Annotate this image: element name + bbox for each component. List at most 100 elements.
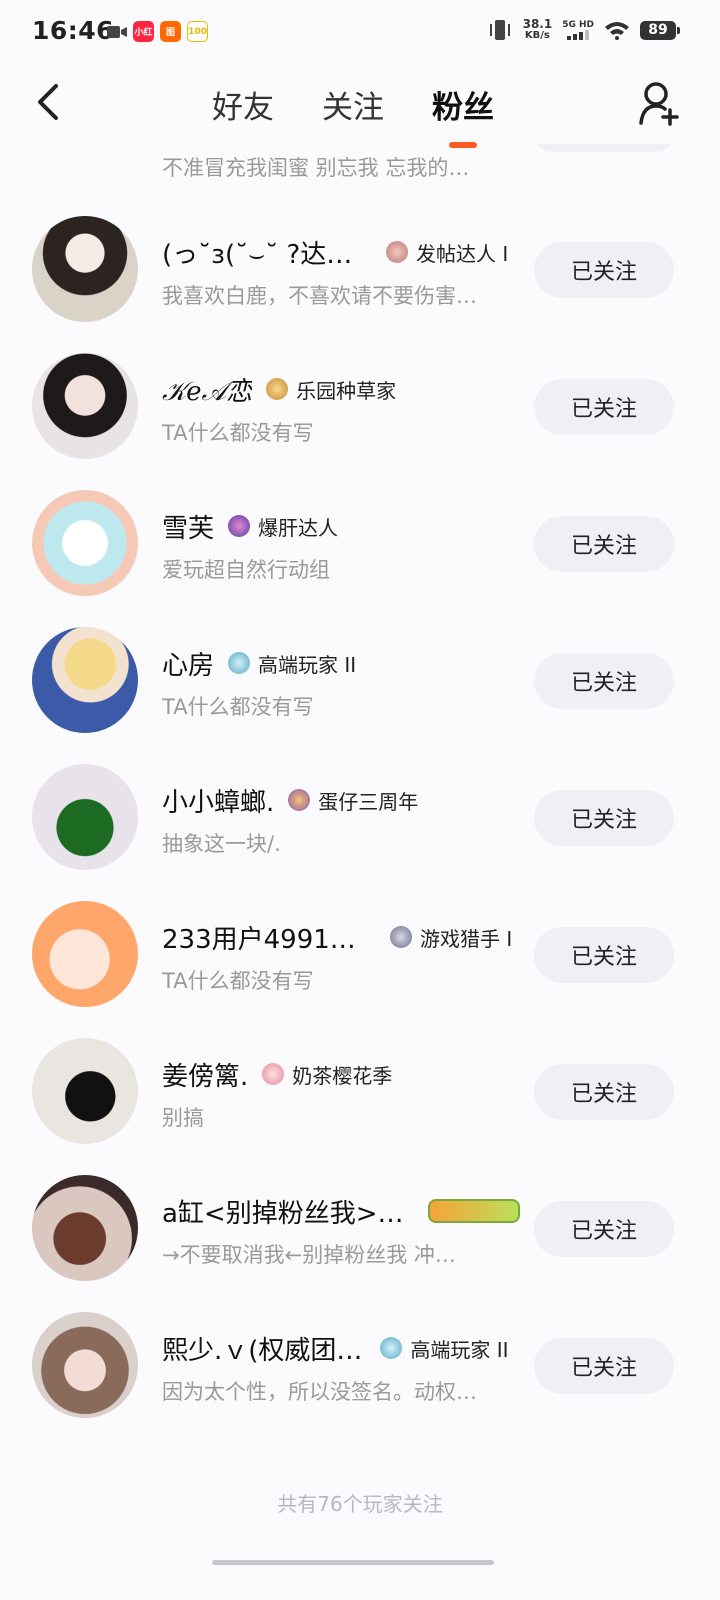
badge-label: 发帖达人 I xyxy=(416,241,509,266)
avatar[interactable] xyxy=(32,216,138,322)
system-status-icons: 38.1 KB/s 5G HD 89 xyxy=(487,18,680,42)
avatar[interactable] xyxy=(32,901,138,1007)
follower-signature: 爱玩超自然行动组 xyxy=(162,558,330,582)
follower-count-footer: 共有76个玩家关注 xyxy=(277,1492,443,1516)
achievement-badge: 发帖达人 I xyxy=(386,238,508,267)
follower-signature: 不准冒充我闺蜜 别忘我 忘我的… xyxy=(162,156,470,180)
badge-label: 乐园种草家 xyxy=(296,378,397,403)
badge-icon xyxy=(266,378,289,400)
badge-label: 蛋仔三周年 xyxy=(318,789,419,814)
follower-signature: →不要取消我←别掉粉丝我 冲… xyxy=(162,1243,456,1267)
follower-signature: 别搞 xyxy=(162,1106,204,1130)
tab-friends[interactable]: 好友 xyxy=(212,82,274,127)
avatar[interactable] xyxy=(32,764,138,870)
back-arrow-icon[interactable] xyxy=(28,78,68,126)
status-time: 16:46 xyxy=(32,16,115,45)
follower-row[interactable]: (っ˘з(˘⌣˘ ?达咩… 发帖达人 I 我喜欢白鹿，不喜欢请不要伤害… 已关注 xyxy=(0,216,720,353)
badge-icon xyxy=(288,789,311,811)
badge-label: 爆肝达人 xyxy=(258,515,339,540)
followed-button[interactable]: 已关注 xyxy=(534,790,674,846)
follower-signature: TA什么都没有写 xyxy=(162,421,314,445)
badge-icon xyxy=(228,515,251,537)
follower-name: (っ˘з(˘⌣˘ ?达咩… xyxy=(162,239,362,270)
follow-status-button[interactable] xyxy=(534,144,674,152)
follower-row[interactable]: 熙少.ｖ(权威团… 高端玩家 II 因为太个性，所以没签名。动权… 已关注 xyxy=(0,1312,720,1444)
app-notification-icon: 小红 xyxy=(133,21,154,42)
home-indicator[interactable] xyxy=(212,1560,494,1565)
achievement-badge: 爆肝达人 xyxy=(228,512,338,541)
follower-row[interactable]: 雪芙 爆肝达人 爱玩超自然行动组 已关注 xyxy=(0,490,720,627)
follower-name: 心房 xyxy=(162,650,215,681)
follower-name: 熙少.ｖ(权威团… xyxy=(162,1335,363,1366)
app-notification-icon: 100 xyxy=(187,21,208,42)
follower-name: 233用户49917… xyxy=(162,924,372,955)
followers-list[interactable]: 不准冒充我闺蜜 别忘我 忘我的… (っ˘з(˘⌣˘ ?达咩… 发帖达人 I 我喜… xyxy=(0,144,720,1444)
followed-button[interactable]: 已关注 xyxy=(534,1201,674,1257)
network-speed-unit: KB/s xyxy=(524,30,550,41)
followed-button[interactable]: 已关注 xyxy=(534,1338,674,1394)
badge-icon xyxy=(380,1337,403,1359)
followed-button[interactable]: 已关注 xyxy=(534,379,674,435)
follower-row[interactable]: 姜傍篱. 奶茶樱花季 别搞 已关注 xyxy=(0,1038,720,1175)
followed-button[interactable]: 已关注 xyxy=(534,927,674,983)
tab-following[interactable]: 关注 xyxy=(322,82,384,127)
badge-label: 奶茶樱花季 xyxy=(292,1063,393,1088)
followed-button[interactable]: 已关注 xyxy=(534,242,674,298)
follower-signature: 我喜欢白鹿，不喜欢请不要伤害… xyxy=(162,284,477,308)
badge-label: 高端玩家 II xyxy=(258,652,357,677)
achievement-badge: 蛋仔三周年 xyxy=(288,786,418,815)
achievement-badge: 高端玩家 II xyxy=(380,1334,509,1363)
network-speed: 38.1 KB/s xyxy=(523,18,553,42)
achievement-badge: 高端玩家 II xyxy=(228,649,356,678)
network-speed-value: 38.1 xyxy=(522,17,553,31)
achievement-badge: 奶茶樱花季 xyxy=(262,1060,392,1089)
avatar[interactable] xyxy=(32,1175,138,1281)
avatar[interactable] xyxy=(32,353,138,459)
wifi-icon xyxy=(605,22,629,40)
add-friend-icon[interactable] xyxy=(638,80,682,126)
name-line: 𝒦𝑒𝒜恋 乐园种草家 xyxy=(162,371,396,407)
achievement-badge: 乐园种草家 xyxy=(266,375,396,404)
follower-name: 雪芙 xyxy=(162,513,215,544)
achievement-badge: 游戏猎手 I xyxy=(390,923,512,952)
follower-row[interactable]: 小小蟑螂. 蛋仔三周年 抽象这一块/. 已关注 xyxy=(0,764,720,901)
app-notification-icon: 图 xyxy=(160,21,181,42)
follower-row-partial[interactable]: 不准冒充我闺蜜 别忘我 忘我的… xyxy=(0,144,720,180)
notification-icons: 小红 图 100 xyxy=(107,21,208,42)
follower-row[interactable]: 233用户49917… 游戏猎手 I TA什么都没有写 已关注 xyxy=(0,901,720,1038)
tab-followers[interactable]: 粉丝 xyxy=(432,82,494,127)
avatar[interactable] xyxy=(32,1312,138,1418)
top-navigation: 好友 关注 粉丝 xyxy=(0,64,720,148)
follower-signature: 抽象这一块/. xyxy=(162,832,281,856)
name-line: 心房 高端玩家 II xyxy=(162,645,356,681)
follower-row[interactable]: 𝒦𝑒𝒜恋 乐园种草家 TA什么都没有写 已关注 xyxy=(0,353,720,490)
followed-button[interactable]: 已关注 xyxy=(534,1064,674,1120)
video-camera-icon xyxy=(107,25,127,38)
battery-indicator: 89 xyxy=(640,20,680,40)
badge-icon xyxy=(386,241,408,263)
name-line: 233用户49917… 游戏猎手 I xyxy=(162,919,512,955)
badge-icon xyxy=(262,1063,285,1085)
milk-tea-badge-icon xyxy=(427,1199,520,1223)
name-line: a缸<别掉粉丝我>… xyxy=(162,1193,520,1229)
avatar[interactable] xyxy=(32,627,138,733)
name-line: (っ˘з(˘⌣˘ ?达咩… 发帖达人 I xyxy=(162,234,508,270)
followed-button[interactable]: 已关注 xyxy=(534,653,674,709)
follower-name: 姜傍篱. xyxy=(162,1061,249,1092)
name-line: 小小蟑螂. 蛋仔三周年 xyxy=(162,782,418,818)
follower-name: 𝒦𝑒𝒜恋 xyxy=(162,376,253,407)
avatar[interactable] xyxy=(32,490,138,596)
network-type: 5G HD xyxy=(562,20,594,30)
name-line: 雪芙 爆肝达人 xyxy=(162,508,338,544)
name-line: 熙少.ｖ(权威团… 高端玩家 II xyxy=(162,1330,509,1366)
follower-signature: TA什么都没有写 xyxy=(162,969,314,993)
badge-label: 高端玩家 II xyxy=(410,1337,509,1362)
follower-signature: 因为太个性，所以没签名。动权… xyxy=(162,1380,477,1404)
cellular-signal: 5G HD xyxy=(562,20,594,40)
follower-name: a缸<别掉粉丝我>… xyxy=(162,1198,404,1229)
badge-icon xyxy=(228,652,251,674)
avatar[interactable] xyxy=(32,1038,138,1144)
follower-row[interactable]: a缸<别掉粉丝我>… →不要取消我←别掉粉丝我 冲… 已关注 xyxy=(0,1175,720,1312)
followed-button[interactable]: 已关注 xyxy=(534,516,674,572)
follower-row[interactable]: 心房 高端玩家 II TA什么都没有写 已关注 xyxy=(0,627,720,764)
